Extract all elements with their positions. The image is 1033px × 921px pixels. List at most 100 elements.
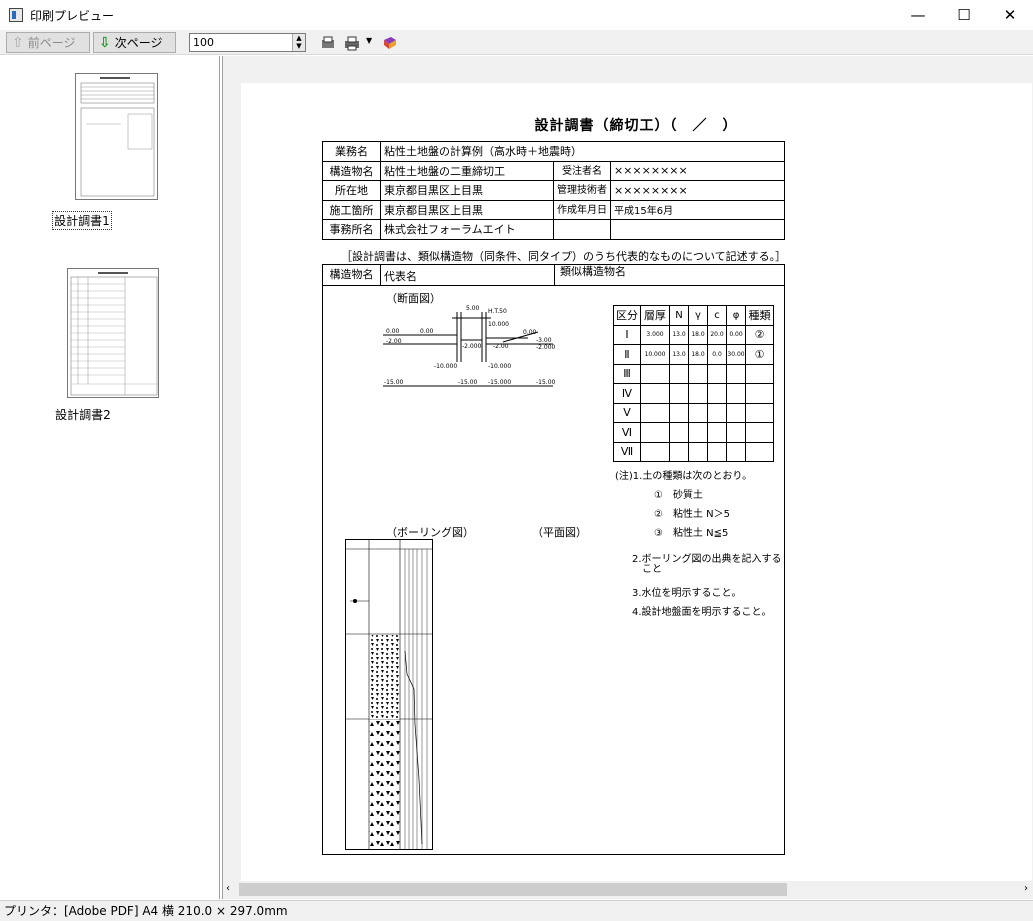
minimize-button[interactable]: — (895, 0, 941, 30)
thumbnail-label-1[interactable]: 設計調書1 (52, 211, 112, 230)
soil-cell (707, 402, 727, 423)
soil-cell (745, 383, 774, 404)
lvl-right-m2: -2.000 (536, 344, 556, 351)
soil-cell: 13.0 (669, 324, 689, 345)
lvl-bottom-l: -10.000 (434, 363, 457, 370)
note-3: 3.水位を明示すること。 (632, 588, 742, 599)
thumbnail-page-1[interactable] (75, 73, 158, 200)
next-page-button[interactable]: ⇩ 次ページ (93, 32, 176, 53)
soil-header: N (669, 305, 689, 326)
info-value: 粘性土地盤の計算例（高水時＋地震時） (380, 141, 785, 162)
scroll-right-icon[interactable]: › (1024, 883, 1028, 894)
boring-label: （ボーリング図） (386, 526, 474, 539)
thumbnail-pane: 設計調書1 設計調書2 (0, 56, 220, 899)
lvl-left0: 0.00 (386, 328, 400, 335)
soil-cell (745, 363, 774, 384)
soil-header: γ (688, 305, 708, 326)
thumbnail-label-2[interactable]: 設計調書2 (53, 406, 113, 423)
down-arrow-icon: ⇩ (99, 34, 111, 51)
prev-page-button[interactable]: ⇧ 前ページ (6, 32, 90, 53)
scroll-thumb[interactable] (239, 883, 787, 896)
soil-cell (726, 422, 746, 443)
dim-ten: 10.000 (488, 321, 509, 328)
soil-cell: Ⅴ (613, 402, 641, 423)
soil-cell (726, 441, 746, 462)
window-title: 印刷プレビュー (30, 9, 115, 23)
struct-row: 構造物名 代表名 類似構造物名 (323, 265, 784, 286)
lvl-left1: 0.00 (420, 328, 434, 335)
printer-icon[interactable] (344, 35, 360, 51)
soil-cell (745, 441, 774, 462)
soil-cell (707, 422, 727, 443)
info-label: 作成年月日 (553, 199, 611, 220)
info-value: 東京都目黒区上目黒 (380, 180, 554, 201)
boring-log (345, 539, 433, 850)
soil-cell: 18.0 (688, 344, 708, 365)
scroll-left-icon[interactable]: ‹ (226, 883, 230, 894)
soil-cell (669, 422, 689, 443)
book-icon[interactable] (382, 35, 398, 51)
thumbnail-page-2[interactable] (67, 268, 159, 398)
page-setup-icon[interactable] (320, 35, 336, 51)
close-button[interactable]: ✕ (987, 0, 1033, 30)
soil-cell (688, 383, 708, 404)
soil-cell: 20.0 (707, 324, 727, 345)
soil-cell (669, 383, 689, 404)
info-label: 所在地 (322, 180, 381, 201)
info-label: 管理技術者 (553, 180, 611, 201)
toolbar: ⇧ 前ページ ⇩ 次ページ 100 ▲ ▼ ▼ (0, 30, 1033, 55)
info-label: 業務名 (322, 141, 381, 162)
soil-header: 層厚 (640, 305, 670, 326)
lvl-right-2: -2.00 (493, 343, 509, 350)
note-type-1: ① 砂質土 (654, 490, 703, 501)
lvl-left-m: -2.00 (386, 338, 402, 345)
prev-page-label: 前ページ (27, 36, 76, 50)
soil-cell (669, 441, 689, 462)
struct-label: 構造物名 (323, 265, 381, 286)
horizontal-scrollbar[interactable]: ‹ › (223, 881, 1032, 898)
soil-cell: Ⅰ (613, 324, 641, 345)
info-value: ×××××××× (610, 160, 785, 181)
chevron-down-icon[interactable]: ▼ (366, 36, 372, 45)
soil-header: 区分 (613, 305, 641, 326)
soil-cell: ② (745, 324, 774, 345)
preview-area: 設計調書（締切工）（ ／ ） 業務名 粘性土地盤の計算例（高水時＋地震時） 構造物… (222, 56, 1033, 899)
thumbnail-1-preview (80, 77, 155, 197)
info-label: 構造物名 (322, 160, 381, 181)
lvl-right-m: -3.00 (536, 337, 552, 344)
soil-cell (640, 402, 670, 423)
soil-cell (688, 363, 708, 384)
lvl-right0: 0.00 (523, 329, 537, 336)
soil-cell (669, 402, 689, 423)
info-value: 株式会社フォーラムエイト (380, 219, 554, 240)
note-1: (注)1.土の種類は次のとおり。 (615, 471, 753, 482)
up-arrow-icon: ⇧ (12, 34, 24, 51)
soil-cell (745, 422, 774, 443)
soil-cell: ① (745, 344, 774, 365)
soil-cell: 0.0 (707, 344, 727, 365)
lvl-g2: -15.00 (458, 379, 478, 386)
soil-cell: 0.00 (726, 324, 746, 345)
zoom-input[interactable]: 100 (189, 33, 306, 52)
similar-label: 類似構造物名 (554, 265, 626, 286)
soil-cell (688, 441, 708, 462)
section-drawing: 5.00 H.T.50 10.000 0.00 0.00 0.00 -3.00 … (383, 305, 556, 387)
soil-cell (726, 363, 746, 384)
info-value: 東京都目黒区上目黒 (380, 199, 554, 220)
soil-header: 種類 (745, 305, 774, 326)
soil-cell: 30.00 (726, 344, 746, 365)
dim-width: 5.00 (466, 305, 480, 312)
info-value: 平成15年6月 (610, 199, 785, 220)
lvl-g4: -15.00 (536, 379, 556, 386)
info-label: 施工箇所 (322, 199, 381, 220)
info-label: 受注者名 (553, 160, 611, 181)
document-title: 設計調書（締切工）（ ／ ） (534, 118, 738, 134)
plan-label: （平面図） (532, 526, 587, 539)
body-frame: 構造物名 代表名 類似構造物名 （断面図） （ボーリング図） （平面図） 5.0… (322, 264, 785, 855)
info-label: 事務所名 (322, 219, 381, 240)
rep-label: 代表名 (384, 270, 417, 283)
zoom-spinner[interactable]: ▲ ▼ (292, 34, 305, 51)
note-2b: こと (642, 564, 662, 575)
note-type-2: ② 粘性土 N＞5 (654, 509, 730, 520)
maximize-button[interactable]: ☐ (941, 0, 987, 30)
